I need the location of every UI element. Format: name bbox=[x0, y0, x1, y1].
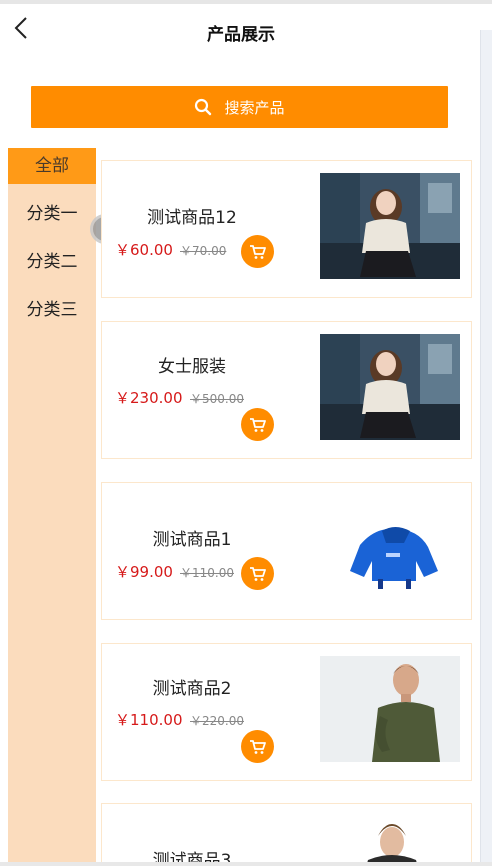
category-sidebar: 全部 分类一 分类二 分类三 bbox=[8, 148, 96, 866]
category-one[interactable]: 分类一 bbox=[8, 196, 96, 232]
add-to-cart-button[interactable] bbox=[241, 408, 274, 441]
page-title: 产品展示 bbox=[207, 25, 275, 45]
product-name: 测试商品12 bbox=[147, 208, 237, 228]
product-price: ￥110.00 bbox=[115, 711, 183, 729]
category-two[interactable]: 分类二 bbox=[8, 244, 96, 280]
bottom-edge bbox=[0, 862, 492, 866]
product-name: 测试商品1 bbox=[152, 530, 232, 550]
product-image bbox=[320, 816, 460, 866]
product-original-price: ￥110.00 bbox=[180, 566, 234, 580]
product-image bbox=[320, 334, 460, 440]
search-icon bbox=[195, 98, 212, 116]
cart-icon bbox=[249, 566, 266, 581]
category-all[interactable]: 全部 bbox=[8, 148, 96, 184]
product-price: ￥230.00 bbox=[115, 389, 183, 407]
product-card[interactable]: 女士服装 ￥230.00 ￥500.00 bbox=[101, 321, 472, 459]
search-button[interactable]: 搜索产品 bbox=[31, 86, 448, 128]
product-card[interactable]: 测试商品3 bbox=[101, 803, 472, 866]
product-card[interactable]: 测试商品12 ￥60.00 ￥70.00 bbox=[101, 160, 472, 298]
product-image bbox=[320, 173, 460, 279]
category-three[interactable]: 分类三 bbox=[8, 292, 96, 328]
add-to-cart-button[interactable] bbox=[241, 730, 274, 763]
add-to-cart-button[interactable] bbox=[241, 557, 274, 590]
product-price: ￥60.00 bbox=[115, 241, 173, 259]
product-original-price: ￥500.00 bbox=[190, 392, 244, 406]
product-card[interactable]: 测试商品1 ￥99.00 ￥110.00 bbox=[101, 482, 472, 620]
add-to-cart-button[interactable] bbox=[241, 235, 274, 268]
scrollbar[interactable] bbox=[480, 30, 492, 866]
product-original-price: ￥70.00 bbox=[180, 244, 227, 258]
header: 产品展示 bbox=[0, 4, 482, 60]
product-original-price: ￥220.00 bbox=[190, 714, 244, 728]
cart-icon bbox=[249, 244, 266, 259]
cart-icon bbox=[249, 417, 266, 432]
product-card[interactable]: 测试商品2 ￥110.00 ￥220.00 bbox=[101, 643, 472, 781]
product-name: 测试商品2 bbox=[152, 679, 232, 699]
cart-icon bbox=[249, 739, 266, 754]
product-image bbox=[320, 656, 460, 762]
product-image bbox=[320, 495, 460, 601]
search-label: 搜索产品 bbox=[224, 98, 285, 117]
product-name: 女士服装 bbox=[158, 357, 226, 377]
product-price: ￥99.00 bbox=[115, 563, 173, 581]
